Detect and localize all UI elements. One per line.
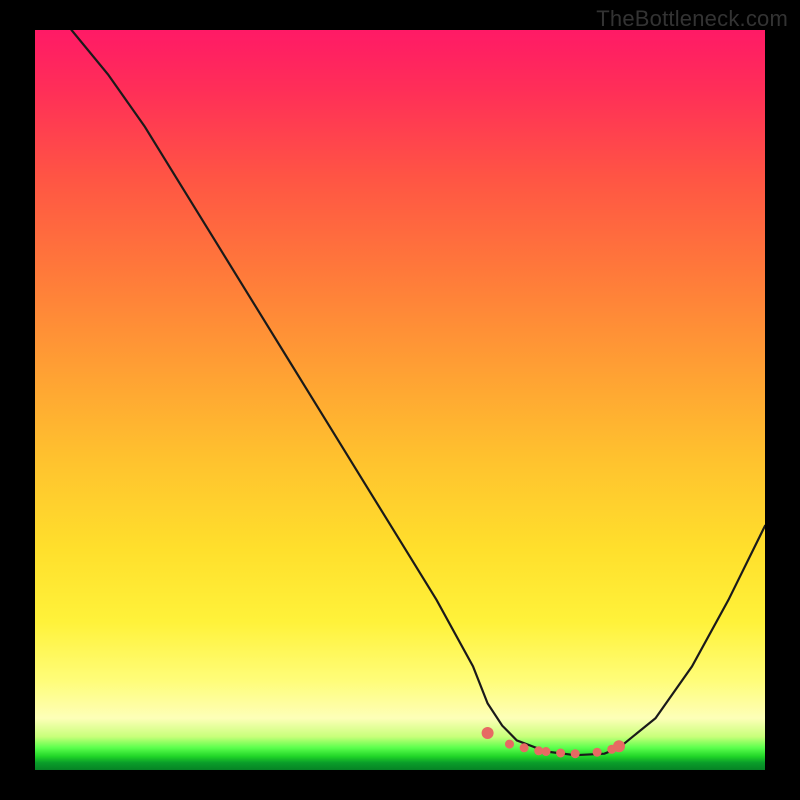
bottleneck-curve [72,30,766,755]
optimal-marker [505,740,514,749]
optimal-marker [593,748,602,757]
optimal-marker [542,747,551,756]
optimal-marker [571,749,580,758]
curve-layer [35,30,765,770]
watermark-text: TheBottleneck.com [596,6,788,32]
chart-frame: TheBottleneck.com [0,0,800,800]
plot-area [35,30,765,770]
optimal-marker [613,740,625,752]
optimal-marker [520,743,529,752]
optimal-marker [556,749,565,758]
optimal-marker [482,727,494,739]
